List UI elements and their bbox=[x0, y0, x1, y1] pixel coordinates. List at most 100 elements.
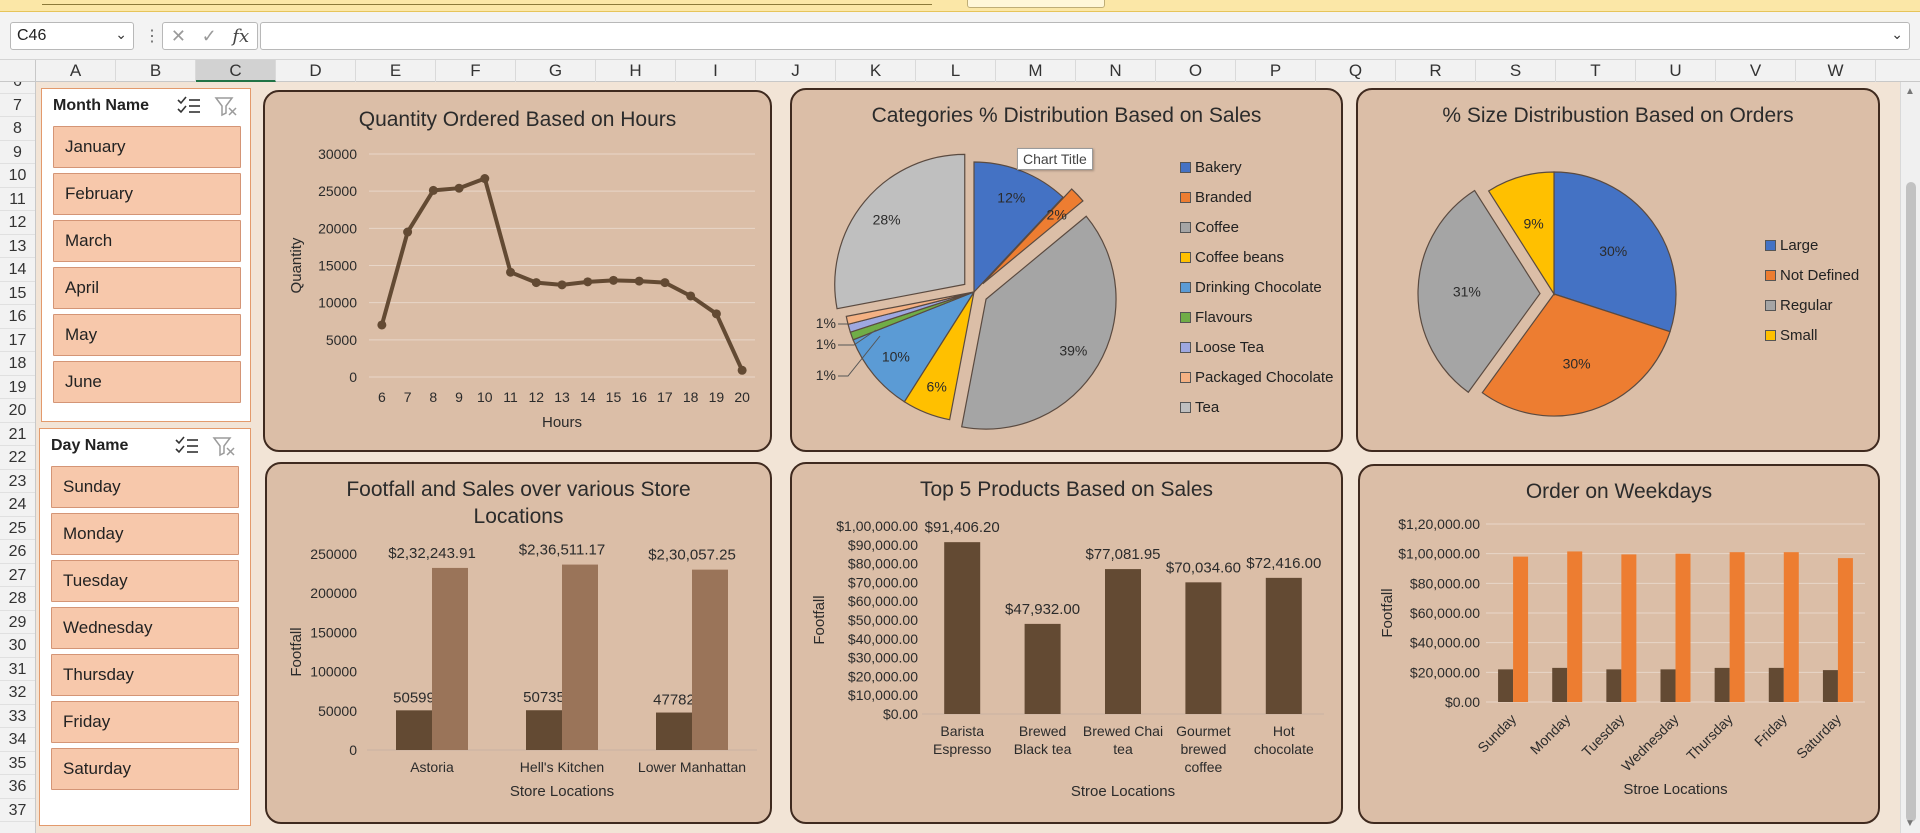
column-header-v[interactable]: V bbox=[1716, 60, 1796, 82]
column-header-q[interactable]: Q bbox=[1316, 60, 1396, 82]
column-header-b[interactable]: B bbox=[116, 60, 196, 82]
enter-icon[interactable]: ✓ bbox=[202, 26, 217, 47]
slicer-item-june[interactable]: June bbox=[53, 361, 241, 403]
scrollbar-thumb[interactable] bbox=[1906, 182, 1916, 822]
row-header[interactable]: 28 bbox=[0, 587, 35, 611]
legend-item[interactable]: Loose Tea bbox=[1180, 332, 1333, 362]
formula-input[interactable]: ⌄ bbox=[260, 22, 1910, 50]
row-header[interactable]: 12 bbox=[0, 211, 35, 235]
row-header[interactable]: 11 bbox=[0, 188, 35, 211]
scroll-down-icon[interactable]: ▼ bbox=[1905, 818, 1915, 829]
row-header[interactable]: 37 bbox=[0, 799, 35, 822]
row-header[interactable]: 22 bbox=[0, 446, 35, 470]
row-header[interactable]: 17 bbox=[0, 329, 35, 352]
size-chart-panel[interactable]: % Size Distribustion Based on Orders 30%… bbox=[1356, 88, 1880, 452]
slicer-item-thursday[interactable]: Thursday bbox=[51, 654, 239, 696]
multi-select-icon[interactable] bbox=[174, 435, 200, 457]
legend-item[interactable]: Coffee beans bbox=[1180, 242, 1333, 272]
clear-filter-icon[interactable] bbox=[214, 95, 238, 117]
column-header-e[interactable]: E bbox=[356, 60, 436, 82]
name-box[interactable]: C46 ⌄ bbox=[10, 22, 134, 50]
row-header[interactable]: 36 bbox=[0, 775, 35, 799]
slicer-item-wednesday[interactable]: Wednesday bbox=[51, 607, 239, 649]
column-header-f[interactable]: F bbox=[436, 60, 516, 82]
expand-formula-icon[interactable]: ⌄ bbox=[1891, 26, 1903, 43]
row-header[interactable]: 32 bbox=[0, 681, 35, 705]
row-header[interactable]: 34 bbox=[0, 728, 35, 752]
row-header[interactable]: 27 bbox=[0, 564, 35, 587]
slicer-item-may[interactable]: May bbox=[53, 314, 241, 356]
column-header-l[interactable]: L bbox=[916, 60, 996, 82]
column-header-h[interactable]: H bbox=[596, 60, 676, 82]
multi-select-icon[interactable] bbox=[176, 95, 202, 117]
column-header-t[interactable]: T bbox=[1556, 60, 1636, 82]
message-bar-link[interactable] bbox=[42, 4, 932, 5]
legend-item[interactable]: Drinking Chocolate bbox=[1180, 272, 1333, 302]
legend-item[interactable]: Packaged Chocolate bbox=[1180, 362, 1333, 392]
message-bar-button[interactable] bbox=[967, 0, 1105, 8]
slicer-item-april[interactable]: April bbox=[53, 267, 241, 309]
slicer-item-sunday[interactable]: Sunday bbox=[51, 466, 239, 508]
row-header[interactable]: 7 bbox=[0, 94, 35, 117]
legend-item[interactable]: Flavours bbox=[1180, 302, 1333, 332]
row-header[interactable]: 21 bbox=[0, 423, 35, 446]
cancel-icon[interactable]: ✕ bbox=[171, 26, 186, 47]
legend-item[interactable]: Regular bbox=[1765, 290, 1859, 320]
row-header[interactable]: 16 bbox=[0, 305, 35, 329]
row-header[interactable]: 10 bbox=[0, 164, 35, 188]
legend-item[interactable]: Coffee bbox=[1180, 212, 1333, 242]
legend-item[interactable]: Branded bbox=[1180, 182, 1333, 212]
select-all-corner[interactable] bbox=[0, 60, 36, 82]
slicer-item-tuesday[interactable]: Tuesday bbox=[51, 560, 239, 602]
row-header[interactable]: 8 bbox=[0, 117, 35, 141]
vertical-scrollbar[interactable]: ▲ ▼ bbox=[1900, 82, 1920, 833]
row-header[interactable]: 26 bbox=[0, 540, 35, 564]
column-header-p[interactable]: P bbox=[1236, 60, 1316, 82]
footfall-chart-panel[interactable]: Footfall and Sales over various Store Lo… bbox=[265, 462, 772, 824]
column-header-i[interactable]: I bbox=[676, 60, 756, 82]
column-header-o[interactable]: O bbox=[1156, 60, 1236, 82]
row-header[interactable]: 35 bbox=[0, 752, 35, 775]
slicer-item-monday[interactable]: Monday bbox=[51, 513, 239, 555]
categories-chart-panel[interactable]: Categories % Distribution Based on Sales… bbox=[790, 88, 1343, 452]
column-header-n[interactable]: N bbox=[1076, 60, 1156, 82]
weekdays-chart-panel[interactable]: Order on Weekdays $0.00 $20,000.00 $40,000… bbox=[1358, 464, 1880, 824]
top5-chart-panel[interactable]: Top 5 Products Based on Sales $0.00 $10,0… bbox=[790, 462, 1343, 824]
column-header-s[interactable]: S bbox=[1476, 60, 1556, 82]
row-header[interactable]: 31 bbox=[0, 658, 35, 681]
row-header[interactable]: 30 bbox=[0, 634, 35, 658]
hours-chart-panel[interactable]: Quantity Ordered Based on Hours 0 5000 100… bbox=[263, 90, 772, 452]
row-header[interactable]: 19 bbox=[0, 376, 35, 399]
column-header-m[interactable]: M bbox=[996, 60, 1076, 82]
slicer-item-saturday[interactable]: Saturday bbox=[51, 748, 239, 790]
insert-function-icon[interactable]: fx bbox=[232, 26, 249, 47]
slicer-item-february[interactable]: February bbox=[53, 173, 241, 215]
row-header[interactable]: 13 bbox=[0, 235, 35, 258]
column-header-d[interactable]: D bbox=[276, 60, 356, 82]
column-header-r[interactable]: R bbox=[1396, 60, 1476, 82]
legend-item[interactable]: Bakery bbox=[1180, 152, 1333, 182]
column-header-k[interactable]: K bbox=[836, 60, 916, 82]
row-header[interactable]: 6 bbox=[0, 82, 35, 94]
scroll-up-icon[interactable]: ▲ bbox=[1905, 86, 1915, 97]
row-header[interactable]: 25 bbox=[0, 517, 35, 540]
row-header[interactable]: 15 bbox=[0, 282, 35, 305]
clear-filter-icon[interactable] bbox=[212, 435, 236, 457]
column-header-a[interactable]: A bbox=[36, 60, 116, 82]
row-header[interactable]: 9 bbox=[0, 141, 35, 164]
more-options-icon[interactable]: ⋮ bbox=[144, 26, 160, 46]
column-header-c[interactable]: C bbox=[196, 60, 276, 82]
row-header[interactable]: 18 bbox=[0, 352, 35, 376]
row-header[interactable]: 14 bbox=[0, 258, 35, 282]
row-header[interactable]: 23 bbox=[0, 470, 35, 493]
column-header-u[interactable]: U bbox=[1636, 60, 1716, 82]
row-header[interactable]: 33 bbox=[0, 705, 35, 728]
legend-item[interactable]: Not Defined bbox=[1765, 260, 1859, 290]
row-header[interactable]: 24 bbox=[0, 493, 35, 517]
row-header[interactable]: 29 bbox=[0, 611, 35, 634]
column-header-g[interactable]: G bbox=[516, 60, 596, 82]
column-header-j[interactable]: J bbox=[756, 60, 836, 82]
legend-item[interactable]: Tea bbox=[1180, 392, 1333, 422]
slicer-item-friday[interactable]: Friday bbox=[51, 701, 239, 743]
legend-item[interactable]: Large bbox=[1765, 230, 1859, 260]
